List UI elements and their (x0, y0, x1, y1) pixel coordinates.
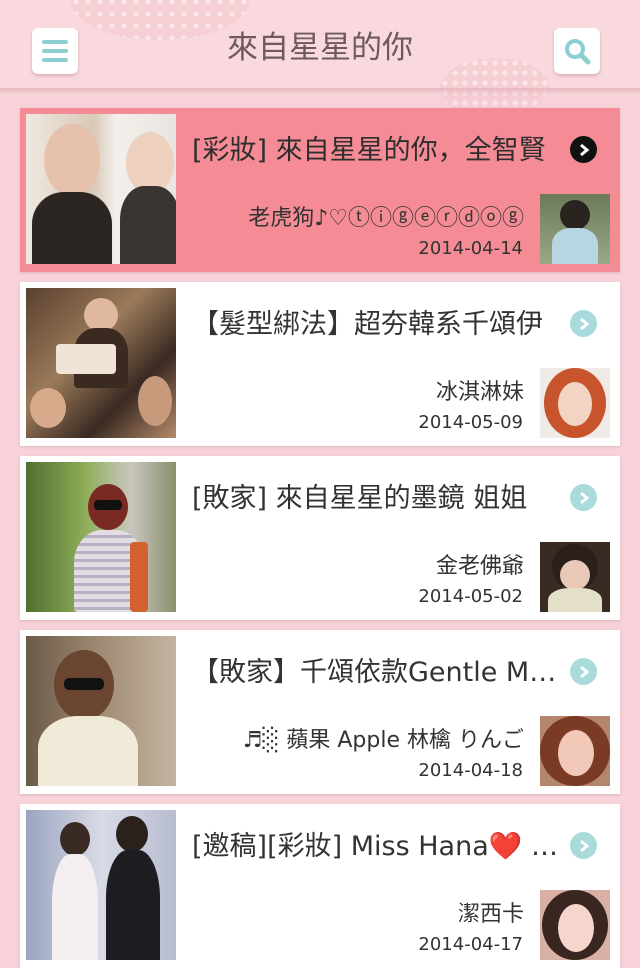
list-item[interactable]: 【敗家】千頌依款Gentle Monster ♬░ 蘋果 Apple 林檎 りん… (20, 630, 620, 794)
post-date: 2014-04-14 (418, 238, 523, 259)
chevron-right-icon[interactable] (570, 484, 597, 511)
post-title: [邀稿][彩妝] Miss Hana❤️ 千頌伊 (192, 831, 562, 862)
post-thumbnail (26, 114, 176, 264)
post-thumbnail (26, 636, 176, 786)
post-author: ♬░ 蘋果 Apple 林檎 りんご (242, 728, 524, 753)
post-date: 2014-05-09 (418, 412, 523, 433)
author-avatar (540, 716, 610, 786)
list-item[interactable]: [邀稿][彩妝] Miss Hana❤️ 千頌伊 潔西卡 2014-04-17 (20, 804, 620, 968)
chevron-right-icon[interactable] (570, 658, 597, 685)
post-thumbnail (26, 810, 176, 960)
search-icon (565, 39, 591, 65)
post-author: 潔西卡 (457, 902, 524, 927)
list-item[interactable]: [彩妝] 來自星星的你，全智賢 老虎狗♪♡ⓣⓘⓖⓔⓡⓓⓞⓖ 2014-04-14 (20, 108, 620, 272)
post-date: 2014-04-17 (418, 934, 523, 955)
list-item[interactable]: 【髮型綁法】超夯韓系千頌伊 冰淇淋妹 2014-05-09 (20, 282, 620, 446)
post-thumbnail (26, 288, 176, 438)
author-avatar (540, 368, 610, 438)
list-item[interactable]: [敗家] 來自星星的墨鏡 姐姐 金老佛爺 2014-05-02 (20, 456, 620, 620)
chevron-right-icon[interactable] (570, 136, 597, 163)
chevron-right-icon[interactable] (570, 832, 597, 859)
menu-icon (42, 40, 68, 62)
page-title: 來自星星的你 (227, 30, 413, 66)
post-title: 【敗家】千頌依款Gentle Monster (192, 657, 562, 688)
post-title: [敗家] 來自星星的墨鏡 姐姐 (192, 483, 528, 514)
author-avatar (540, 890, 610, 960)
post-title: 【髮型綁法】超夯韓系千頌伊 (192, 309, 543, 340)
app-header: 來自星星的你 (0, 0, 640, 118)
post-author: 金老佛爺 (435, 554, 524, 579)
post-thumbnail (26, 462, 176, 612)
post-author: 冰淇淋妹 (435, 380, 524, 405)
author-avatar (540, 542, 610, 612)
search-button[interactable] (554, 28, 600, 74)
post-author: 老虎狗♪♡ⓣⓘⓖⓔⓡⓓⓞⓖ (248, 206, 524, 231)
author-avatar (540, 194, 610, 264)
chevron-right-icon[interactable] (570, 310, 597, 337)
post-date: 2014-04-18 (418, 760, 523, 781)
menu-button[interactable] (32, 28, 78, 74)
post-date: 2014-05-02 (418, 586, 523, 607)
post-title: [彩妝] 來自星星的你，全智賢 (192, 135, 546, 166)
